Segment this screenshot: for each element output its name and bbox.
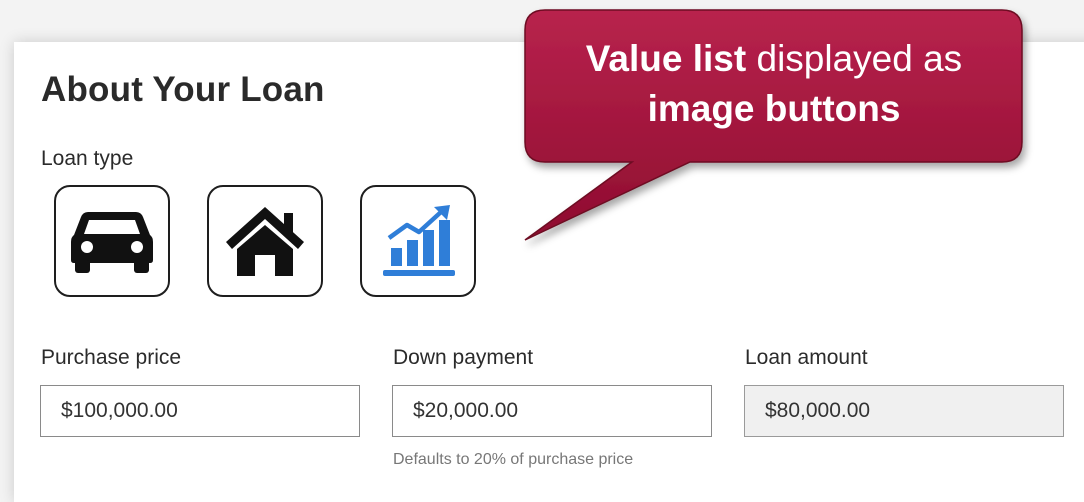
down-payment-hint: Defaults to 20% of purchase price <box>393 451 634 468</box>
loan-amount-field <box>744 385 1064 437</box>
car-icon <box>71 212 153 273</box>
loan-type-label: Loan type <box>41 147 134 170</box>
loan-type-auto-button[interactable] <box>54 185 170 297</box>
page-title: About Your Loan <box>41 70 325 109</box>
purchase-price-label: Purchase price <box>41 346 182 369</box>
house-icon <box>226 207 304 276</box>
callout-text: Value list displayed as image buttons <box>524 34 1024 134</box>
growth-chart-icon <box>383 205 455 276</box>
down-payment-input[interactable] <box>392 385 712 437</box>
loan-type-investment-button[interactable] <box>360 185 476 297</box>
callout-bold-image-buttons: image buttons <box>647 88 901 129</box>
loan-amount-label: Loan amount <box>745 346 868 369</box>
callout-text-displayed-as: displayed as <box>746 38 963 79</box>
callout-bold-value-list: Value list <box>585 38 747 79</box>
purchase-price-input[interactable] <box>40 385 360 437</box>
loan-type-home-button[interactable] <box>207 185 323 297</box>
down-payment-label: Down payment <box>393 346 534 369</box>
